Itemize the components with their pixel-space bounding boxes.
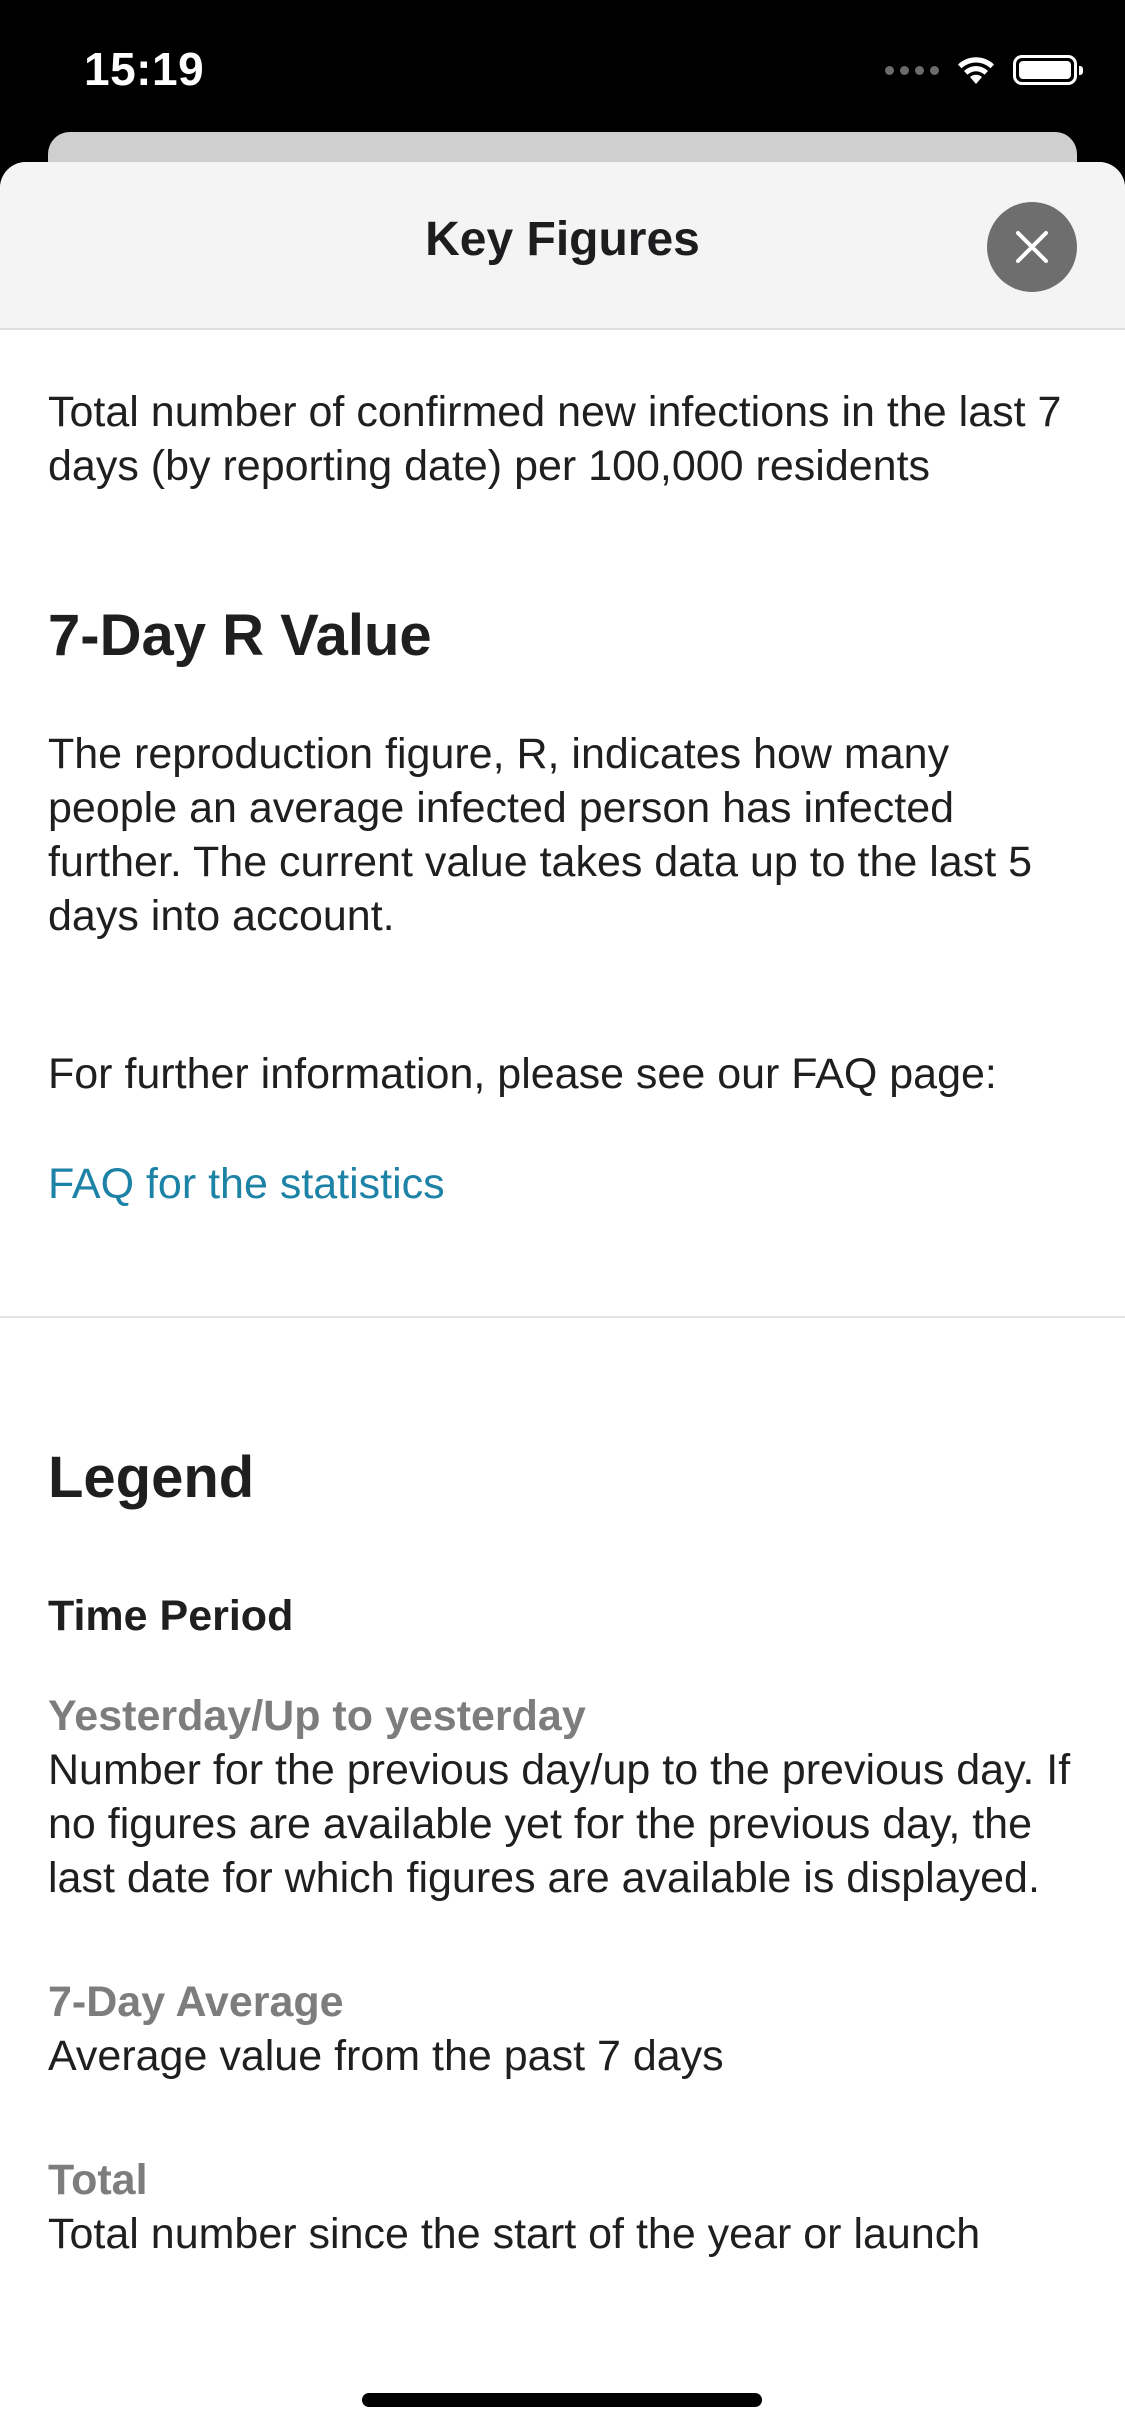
battery-icon: [1013, 55, 1083, 85]
screen: 15:19 Key Figures Total number of confir…: [0, 0, 1125, 2436]
close-icon: [1016, 231, 1048, 263]
legend-item: Yesterday/Up to yesterday Number for the…: [48, 1689, 1077, 1905]
status-bar: 15:19: [0, 0, 1125, 140]
legend-item-description: Number for the previous day/up to the pr…: [48, 1746, 1071, 1902]
r-value-description: The reproduction figure, R, indicates ho…: [48, 730, 1033, 940]
further-info-text: For further information, please see our …: [48, 1050, 997, 1098]
sheet-title: Key Figures: [425, 213, 700, 266]
wifi-icon: [958, 57, 994, 84]
sheet-header: Key Figures: [0, 162, 1125, 330]
close-button[interactable]: [987, 202, 1077, 292]
legend-item-title: Yesterday/Up to yesterday: [48, 1692, 586, 1740]
time-period-heading: Time Period: [48, 1592, 294, 1640]
legend-section: Legend Time Period Yesterday/Up to yeste…: [0, 1443, 1125, 2261]
legend-heading: Legend: [48, 1445, 255, 1510]
incidence-description: Total number of confirmed new infections…: [48, 388, 1062, 490]
section-divider: [0, 1316, 1125, 1318]
legend-item-description: Average value from the past 7 days: [48, 2032, 724, 2080]
status-icons: [885, 50, 1083, 90]
legend-item: 7-Day Average Average value from the pas…: [48, 1975, 1077, 2083]
status-time: 15:19: [84, 43, 205, 95]
r-value-heading: 7-Day R Value: [48, 603, 432, 668]
legend-item-description: Total number since the start of the year…: [48, 2210, 981, 2258]
faq-link[interactable]: FAQ for the statistics: [48, 1157, 445, 1211]
cellular-signal-icon: [885, 65, 939, 75]
home-indicator[interactable]: [362, 2393, 762, 2407]
key-figures-sheet: Key Figures Total number of confirmed ne…: [0, 162, 1125, 2436]
legend-item-title: Total: [48, 2156, 148, 2204]
sheet-content: Total number of confirmed new infections…: [0, 385, 1125, 1211]
legend-item-title: 7-Day Average: [48, 1978, 344, 2026]
legend-item: Total Total number since the start of th…: [48, 2153, 1077, 2261]
